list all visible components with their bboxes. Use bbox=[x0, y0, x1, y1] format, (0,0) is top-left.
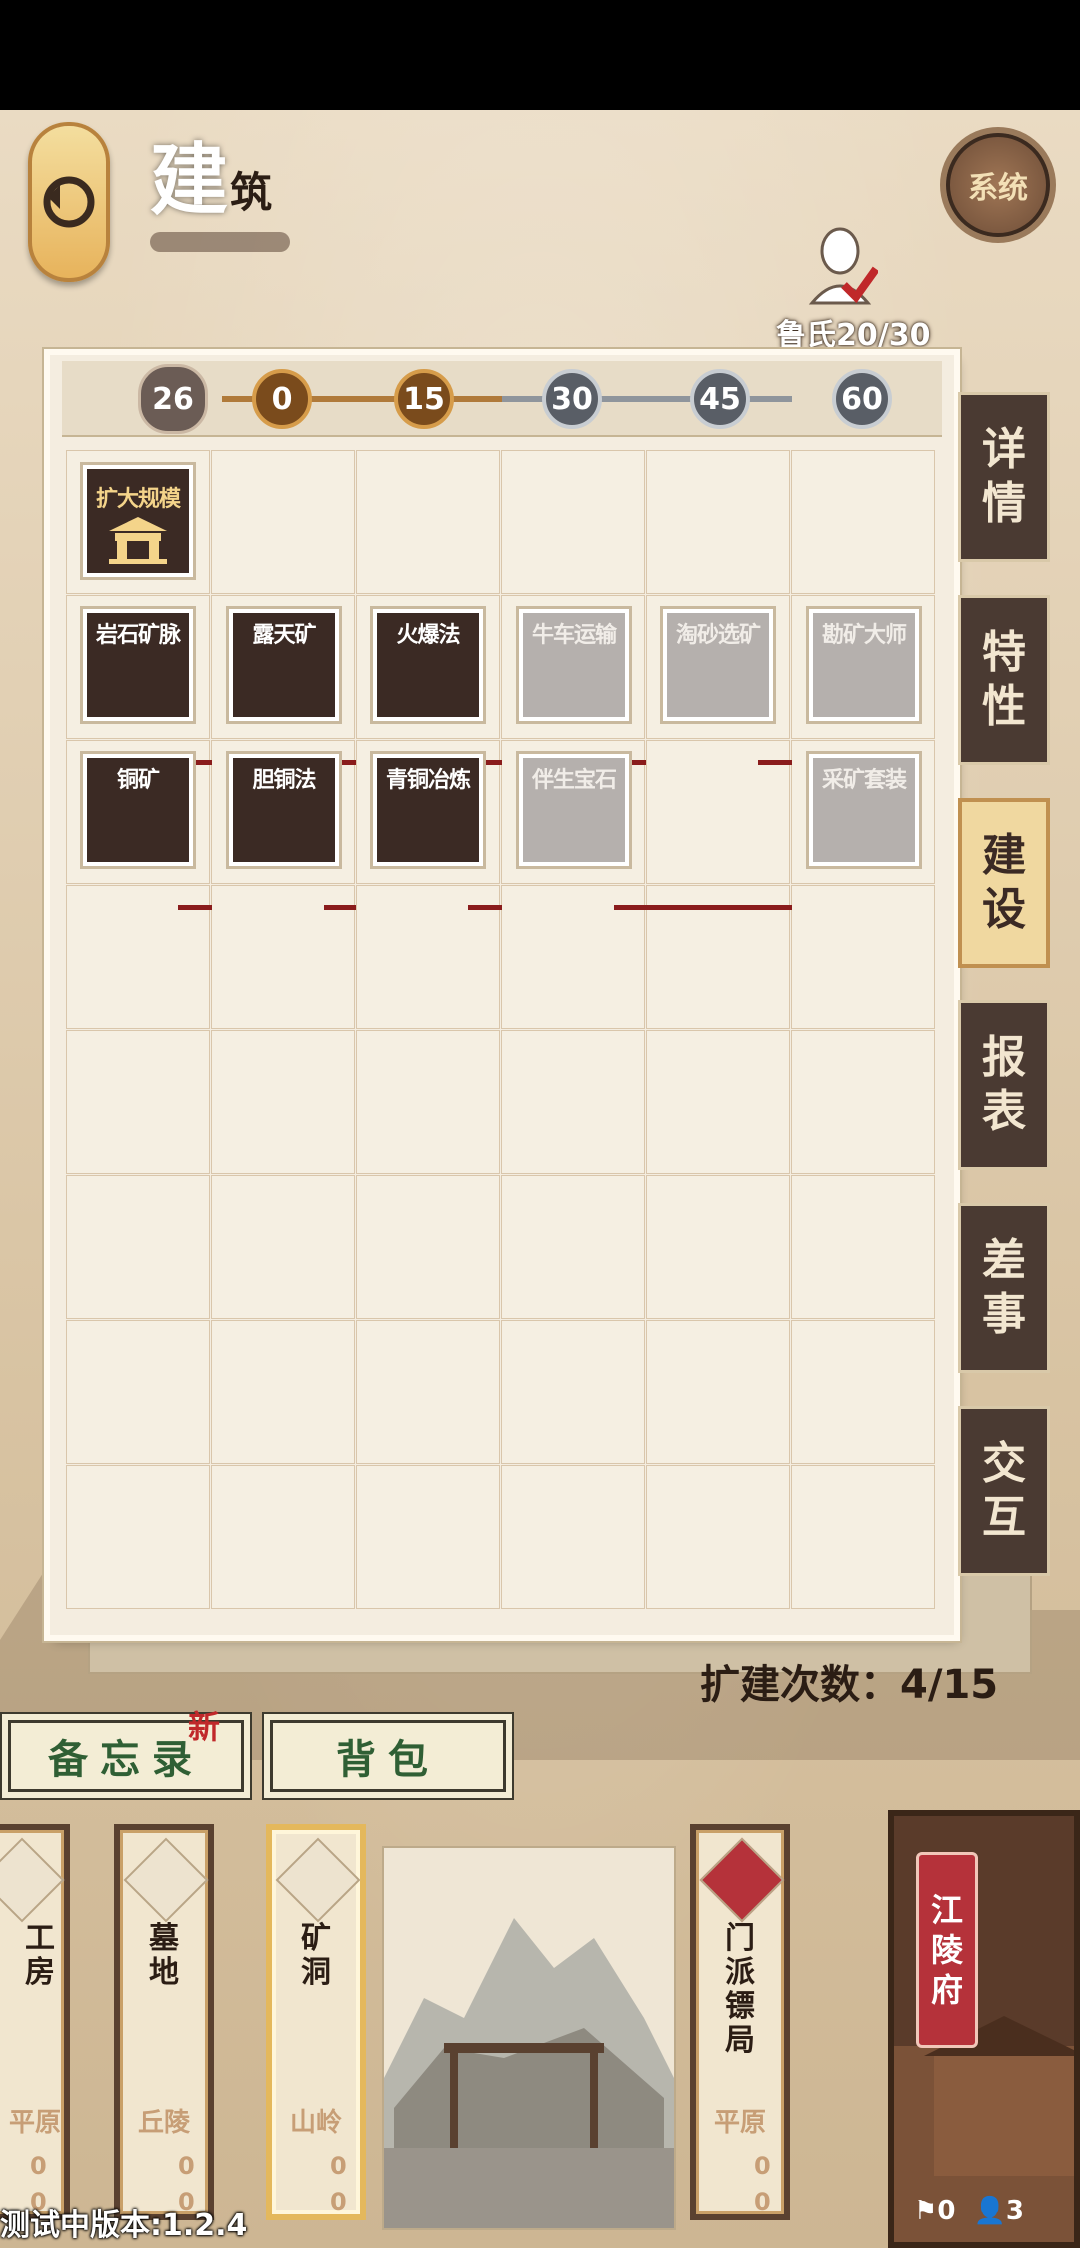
tab-report[interactable]: 报表 bbox=[958, 1000, 1050, 1170]
tech-card[interactable]: 青铜冶炼 bbox=[370, 751, 486, 869]
person-icon: 👤 bbox=[973, 2196, 1006, 2226]
tech-card[interactable]: 火爆法 bbox=[370, 606, 486, 724]
grid-cell bbox=[211, 450, 355, 594]
grid-cell bbox=[501, 1320, 645, 1464]
grid-cell bbox=[211, 1175, 355, 1319]
grid-cell bbox=[66, 1030, 210, 1174]
tech-card-locked[interactable]: 淘砂选矿 bbox=[660, 606, 776, 724]
escort-badge-icon bbox=[699, 1837, 785, 1923]
tech-card[interactable]: 岩石矿脉 bbox=[80, 606, 196, 724]
grid-cell bbox=[66, 1175, 210, 1319]
progress-current: 26 bbox=[138, 364, 208, 434]
milestone-node[interactable]: 0 bbox=[252, 369, 312, 429]
system-button[interactable]: 系统 bbox=[946, 133, 1050, 237]
tech-grid: 扩大规模 岩石矿脉 露天矿 火爆法 牛车运输 淘砂选矿 勘矿大师 铜矿 胆铜法 … bbox=[66, 450, 936, 1620]
grid-cell bbox=[211, 1030, 355, 1174]
resident-count: 鲁氏20/30 bbox=[776, 318, 931, 353]
milestone-node[interactable]: 60 bbox=[832, 369, 892, 429]
expand-scale-card[interactable]: 扩大规模 bbox=[80, 462, 196, 580]
grid-cell bbox=[646, 1465, 790, 1609]
location-card[interactable]: 门派镖局 平原 0 0 bbox=[690, 1824, 790, 2220]
mine-icon bbox=[275, 1837, 361, 1923]
grid-cell bbox=[356, 1175, 500, 1319]
grid-cell bbox=[646, 1175, 790, 1319]
building-panel: 26 0 15 30 45 60 扩大规模 岩石矿脉 露天矿 火爆法 牛车运输 … bbox=[50, 355, 954, 1635]
status-bar bbox=[0, 0, 1080, 110]
tab-errands[interactable]: 差事 bbox=[958, 1203, 1050, 1373]
tech-card-locked[interactable]: 伴生宝石 bbox=[516, 751, 632, 869]
city-stats: ⚑0 👤3 bbox=[914, 2196, 1024, 2226]
title-underline bbox=[150, 232, 290, 252]
tab-build[interactable]: 建设 bbox=[958, 798, 1050, 968]
tab-details[interactable]: 详情 bbox=[958, 392, 1050, 562]
progress-track: 26 0 15 30 45 60 bbox=[62, 361, 942, 437]
tech-card-locked[interactable]: 采矿套装 bbox=[806, 751, 922, 869]
milestone-node[interactable]: 45 bbox=[690, 369, 750, 429]
grid-cell bbox=[501, 450, 645, 594]
city-name-tag: 江陵府 bbox=[916, 1852, 978, 2048]
location-card[interactable]: 墓地 丘陵 0 0 bbox=[114, 1824, 214, 2220]
back-button[interactable] bbox=[28, 122, 110, 282]
grid-cell bbox=[66, 1320, 210, 1464]
tech-card-locked[interactable]: 牛车运输 bbox=[516, 606, 632, 724]
back-arrow-icon bbox=[43, 176, 95, 228]
workshop-icon bbox=[0, 1837, 65, 1923]
tech-link bbox=[468, 905, 502, 910]
version-label: 测试中版本:1.2.4 bbox=[0, 2208, 248, 2243]
tech-link bbox=[324, 905, 356, 910]
grid-cell bbox=[356, 1465, 500, 1609]
grid-cell bbox=[501, 1175, 645, 1319]
bag-button[interactable]: 背包 bbox=[270, 1720, 506, 1792]
grid-cell bbox=[66, 1465, 210, 1609]
grid-cell bbox=[211, 1320, 355, 1464]
grid-cell bbox=[501, 1465, 645, 1609]
flag-icon: ⚑ bbox=[914, 2196, 938, 2226]
grid-cell bbox=[646, 1320, 790, 1464]
grid-cell bbox=[646, 450, 790, 594]
location-card[interactable]: 工房 平原 0 0 bbox=[0, 1824, 70, 2220]
grid-cell bbox=[791, 1030, 935, 1174]
tab-interact[interactable]: 交互 bbox=[958, 1406, 1050, 1576]
tab-traits[interactable]: 特性 bbox=[958, 595, 1050, 765]
resident-avatar-icon bbox=[808, 227, 878, 305]
tech-link bbox=[758, 760, 792, 765]
grid-cell bbox=[211, 1465, 355, 1609]
gate-icon bbox=[109, 517, 167, 564]
grid-cell bbox=[501, 1030, 645, 1174]
tech-card-locked[interactable]: 勘矿大师 bbox=[806, 606, 922, 724]
grid-cell bbox=[791, 885, 935, 1029]
tech-link bbox=[614, 905, 792, 910]
city-card[interactable]: 江陵府 ⚑0 👤3 bbox=[888, 1810, 1080, 2248]
tech-card[interactable]: 铜矿 bbox=[80, 751, 196, 869]
milestone-node[interactable]: 30 bbox=[542, 369, 602, 429]
grid-cell bbox=[646, 1030, 790, 1174]
location-card-selected[interactable]: 矿洞 山岭 0 0 bbox=[266, 1824, 366, 2220]
milestone-node[interactable]: 15 bbox=[394, 369, 454, 429]
grid-cell bbox=[356, 450, 500, 594]
tech-card[interactable]: 露天矿 bbox=[226, 606, 342, 724]
mountain-icon bbox=[123, 1837, 209, 1923]
grid-cell bbox=[791, 1320, 935, 1464]
grid-cell bbox=[791, 1465, 935, 1609]
grid-cell bbox=[791, 450, 935, 594]
tech-card[interactable]: 胆铜法 bbox=[226, 751, 342, 869]
mine-scene-illustration bbox=[382, 1846, 676, 2230]
new-badge: 新 bbox=[188, 1708, 221, 1746]
tech-link bbox=[178, 905, 212, 910]
page-title: 建筑 bbox=[150, 135, 275, 226]
grid-cell bbox=[791, 1175, 935, 1319]
grid-cell bbox=[356, 1320, 500, 1464]
grid-cell bbox=[356, 1030, 500, 1174]
expand-count: 扩建次数：4/15 bbox=[700, 1662, 999, 1708]
